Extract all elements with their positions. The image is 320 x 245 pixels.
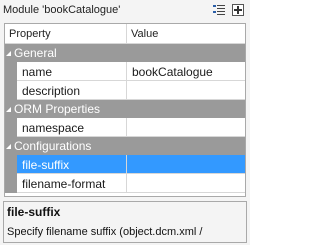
property-name: file-suffix <box>22 158 70 172</box>
description-title: file-suffix <box>7 205 61 219</box>
property-row-filename-format[interactable]: filename-format <box>5 174 245 193</box>
properties-panel: Module 'bookCatalogue' Property Value Ge… <box>0 0 250 245</box>
column-header-value[interactable]: Value <box>131 28 158 40</box>
description-text: Specify filename suffix (object.dcm.xml … <box>7 226 203 238</box>
property-value-cell[interactable] <box>127 118 245 137</box>
alphabetical-view-icon <box>232 4 244 16</box>
property-name-cell[interactable]: name <box>17 62 126 81</box>
categorized-view-button[interactable] <box>212 3 226 17</box>
property-row-name[interactable]: name bookCatalogue <box>5 62 245 81</box>
property-value: bookCatalogue <box>132 65 213 79</box>
collapse-arrow-icon[interactable] <box>6 144 11 149</box>
property-name: description <box>22 84 81 98</box>
property-row-description[interactable]: description <box>5 81 245 100</box>
category-label: General <box>14 46 57 60</box>
alphabetical-view-button[interactable] <box>231 3 245 17</box>
property-name: filename-format <box>22 177 106 191</box>
collapse-arrow-icon[interactable] <box>6 107 11 112</box>
category-general[interactable]: General <box>5 44 245 62</box>
category-configurations[interactable]: Configurations <box>5 137 245 155</box>
property-value-cell[interactable] <box>127 174 245 193</box>
row-gutter <box>5 174 17 193</box>
category-label: Configurations <box>14 139 92 153</box>
property-value-cell[interactable] <box>127 81 245 100</box>
property-name: name <box>22 65 53 79</box>
property-value-cell[interactable] <box>127 155 245 174</box>
row-gutter <box>5 81 17 100</box>
property-row-namespace[interactable]: namespace <box>5 118 245 137</box>
grid-header: Property Value <box>5 24 245 44</box>
collapse-arrow-icon[interactable] <box>6 51 11 56</box>
category-orm-properties[interactable]: ORM Properties <box>5 100 245 118</box>
description-pane: file-suffix Specify filename suffix (obj… <box>3 201 247 243</box>
categorized-view-icon <box>213 5 225 15</box>
row-gutter <box>5 118 17 137</box>
property-grid: Property Value General name bookCatalogu… <box>4 23 246 197</box>
panel-titlebar: Module 'bookCatalogue' <box>0 0 250 22</box>
property-name-cell[interactable]: filename-format <box>17 174 126 193</box>
column-divider[interactable] <box>126 24 127 44</box>
row-gutter <box>5 62 17 81</box>
property-name-cell[interactable]: description <box>17 81 126 100</box>
property-name-cell[interactable]: namespace <box>17 118 126 137</box>
property-row-file-suffix[interactable]: file-suffix <box>5 155 245 174</box>
property-name-cell[interactable]: file-suffix <box>17 155 126 174</box>
category-label: ORM Properties <box>14 102 101 116</box>
panel-title: Module 'bookCatalogue' <box>3 4 121 16</box>
property-name: namespace <box>22 121 85 135</box>
property-value-cell[interactable]: bookCatalogue <box>127 62 245 81</box>
column-header-property[interactable]: Property <box>9 28 51 40</box>
row-gutter <box>5 155 17 174</box>
